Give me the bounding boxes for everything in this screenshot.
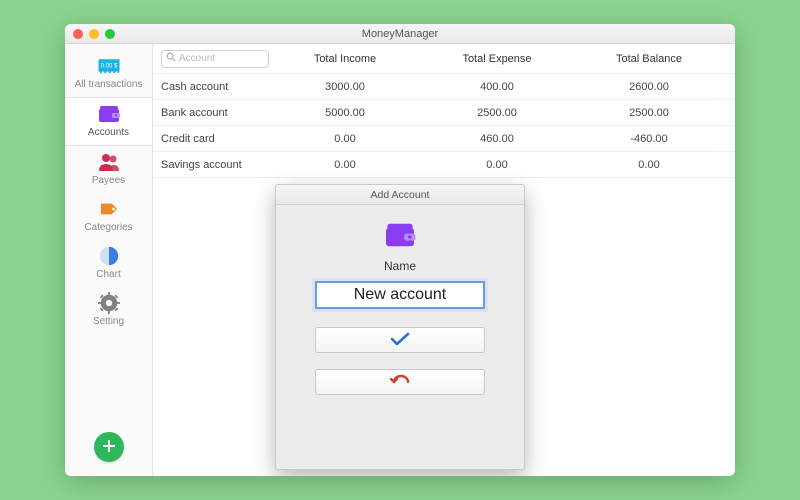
zoom-window-button[interactable] <box>105 29 115 39</box>
sidebar-item-label: Chart <box>96 269 120 280</box>
gear-icon <box>97 293 121 313</box>
cell-expense: 0.00 <box>421 159 573 171</box>
plus-icon <box>102 439 116 456</box>
search-input[interactable] <box>179 53 264 64</box>
table-header-row: Total Income Total Expense Total Balance <box>153 44 735 74</box>
people-icon <box>97 152 121 172</box>
cell-balance: 2500.00 <box>573 107 725 119</box>
cell-expense: 400.00 <box>421 81 573 93</box>
search-field[interactable] <box>161 50 269 68</box>
table-row[interactable]: Bank account 5000.00 2500.00 2500.00 <box>153 100 735 126</box>
cell-income: 3000.00 <box>269 81 421 93</box>
traffic-lights <box>65 29 115 39</box>
cell-expense: 460.00 <box>421 133 573 145</box>
sidebar-item-categories[interactable]: Categories <box>65 193 152 240</box>
column-header-expense: Total Expense <box>421 53 573 65</box>
app-window: MoneyManager 0.00 $ All transactions <box>65 24 735 476</box>
cell-balance: -460.00 <box>573 133 725 145</box>
column-header-balance: Total Balance <box>573 53 725 65</box>
close-window-button[interactable] <box>73 29 83 39</box>
cell-expense: 2500.00 <box>421 107 573 119</box>
cancel-button[interactable] <box>315 369 485 395</box>
search-icon <box>166 52 176 65</box>
sidebar-item-label: Accounts <box>88 127 129 138</box>
dialog-body: Name <box>276 205 524 469</box>
sidebar-item-accounts[interactable]: Accounts <box>65 97 152 146</box>
title-bar: MoneyManager <box>65 24 735 44</box>
sidebar-item-payees[interactable]: Payees <box>65 146 152 193</box>
add-account-dialog: Add Account Name <box>275 184 525 470</box>
sidebar: 0.00 $ All transactions Accounts <box>65 44 153 476</box>
sidebar-item-label: All transactions <box>75 79 143 90</box>
cell-balance: 2600.00 <box>573 81 725 93</box>
table-row[interactable]: Credit card 0.00 460.00 -460.00 <box>153 126 735 152</box>
name-label: Name <box>384 259 416 273</box>
cell-income: 5000.00 <box>269 107 421 119</box>
add-button[interactable] <box>94 432 124 462</box>
account-name: Savings account <box>161 159 269 171</box>
piechart-icon <box>97 246 121 266</box>
account-name: Cash account <box>161 81 269 93</box>
tag-icon <box>97 199 121 219</box>
minimize-window-button[interactable] <box>89 29 99 39</box>
sidebar-item-chart[interactable]: Chart <box>65 240 152 287</box>
sidebar-item-label: Categories <box>84 222 132 233</box>
undo-icon <box>389 374 411 391</box>
cell-balance: 0.00 <box>573 159 725 171</box>
sidebar-item-setting[interactable]: Setting <box>65 287 152 334</box>
receipt-icon: 0.00 $ <box>97 56 121 76</box>
sidebar-item-label: Setting <box>93 316 124 327</box>
wallet-icon <box>97 104 121 124</box>
svg-text:0.00 $: 0.00 $ <box>100 64 117 70</box>
account-name-input[interactable] <box>315 281 485 309</box>
window-title: MoneyManager <box>65 28 735 40</box>
cell-income: 0.00 <box>269 133 421 145</box>
cell-income: 0.00 <box>269 159 421 171</box>
table-row[interactable]: Savings account 0.00 0.00 0.00 <box>153 152 735 178</box>
account-name: Credit card <box>161 133 269 145</box>
sidebar-item-all-transactions[interactable]: 0.00 $ All transactions <box>65 50 152 97</box>
table-row[interactable]: Cash account 3000.00 400.00 2600.00 <box>153 74 735 100</box>
confirm-button[interactable] <box>315 327 485 353</box>
wallet-icon <box>383 221 417 249</box>
check-icon <box>390 332 410 349</box>
sidebar-item-label: Payees <box>92 175 125 186</box>
column-header-income: Total Income <box>269 53 421 65</box>
dialog-title: Add Account <box>276 185 524 205</box>
account-name: Bank account <box>161 107 269 119</box>
